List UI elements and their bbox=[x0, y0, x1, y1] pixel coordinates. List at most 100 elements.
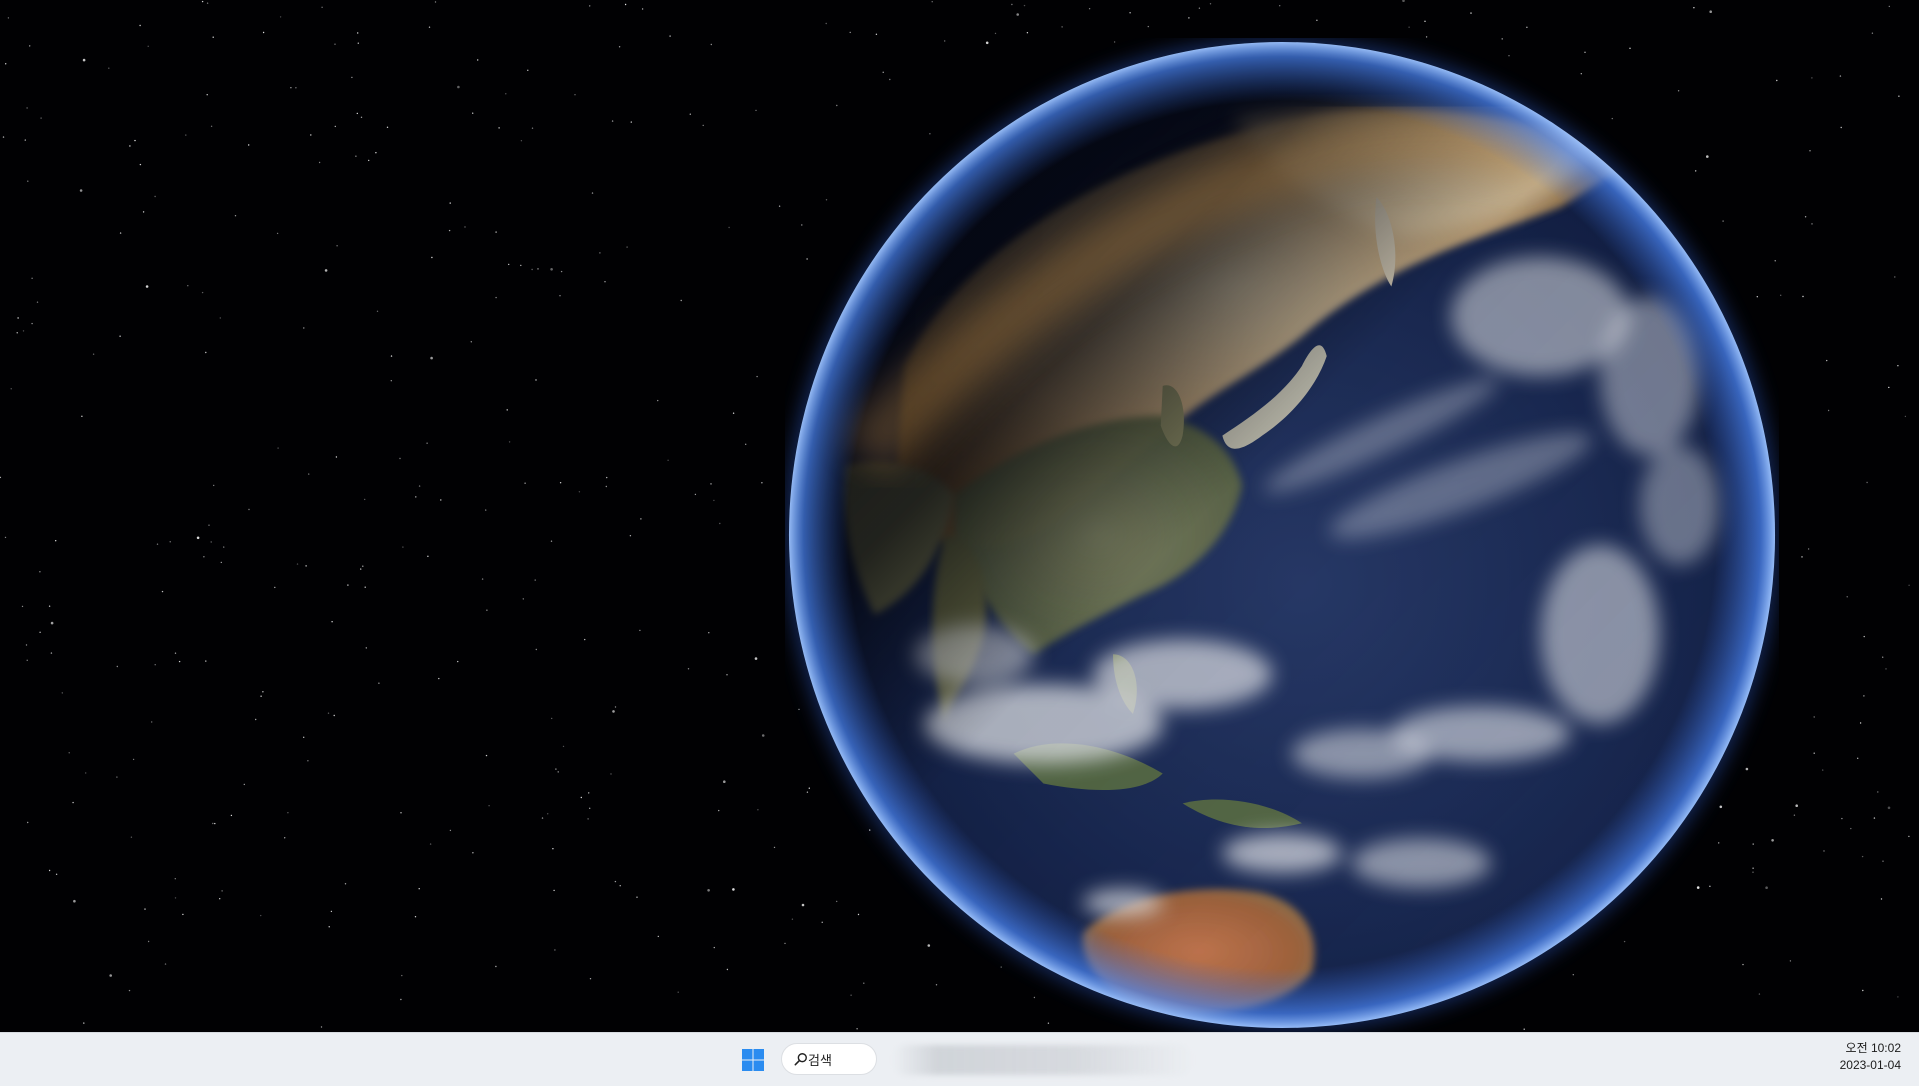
star bbox=[614, 706, 617, 708]
star bbox=[22, 330, 25, 332]
star bbox=[116, 665, 119, 668]
star bbox=[756, 375, 758, 378]
star bbox=[221, 890, 223, 892]
star bbox=[40, 117, 42, 119]
star bbox=[677, 991, 679, 993]
star bbox=[386, 126, 389, 128]
star bbox=[1198, 7, 1201, 9]
star bbox=[92, 353, 95, 355]
star bbox=[1826, 359, 1828, 362]
star bbox=[308, 473, 310, 475]
star bbox=[588, 792, 590, 794]
star bbox=[591, 192, 594, 194]
star bbox=[547, 813, 549, 815]
star bbox=[589, 807, 591, 809]
star bbox=[1897, 365, 1899, 367]
star bbox=[428, 26, 431, 28]
star bbox=[778, 205, 781, 207]
star bbox=[560, 270, 563, 273]
star bbox=[7, 17, 10, 19]
star bbox=[587, 818, 589, 820]
star bbox=[262, 691, 264, 693]
earth-globe bbox=[785, 38, 1779, 1032]
star bbox=[1894, 276, 1896, 278]
star bbox=[875, 33, 878, 35]
taskbar-search-box[interactable]: 검색 bbox=[781, 1043, 877, 1075]
star bbox=[169, 541, 171, 543]
star bbox=[357, 32, 359, 34]
star bbox=[551, 717, 553, 720]
star bbox=[29, 45, 31, 47]
star bbox=[618, 46, 621, 48]
star bbox=[296, 563, 299, 565]
star bbox=[464, 226, 466, 228]
star bbox=[1795, 804, 1798, 807]
star bbox=[1887, 806, 1891, 810]
star bbox=[147, 45, 149, 47]
star bbox=[72, 801, 74, 804]
star bbox=[1470, 12, 1472, 14]
star bbox=[355, 155, 357, 157]
star bbox=[1871, 32, 1874, 34]
star bbox=[434, 1, 437, 3]
star bbox=[1802, 295, 1804, 298]
star bbox=[1822, 769, 1824, 771]
star bbox=[161, 590, 164, 593]
star bbox=[418, 888, 420, 890]
star bbox=[680, 299, 682, 302]
star bbox=[274, 586, 276, 589]
star bbox=[486, 609, 488, 611]
star bbox=[994, 32, 997, 35]
star bbox=[1898, 95, 1900, 97]
star bbox=[368, 159, 370, 162]
star bbox=[1863, 635, 1865, 638]
system-clock[interactable]: 오전 10:02 2023-01-04 bbox=[1840, 1040, 1901, 1074]
star bbox=[154, 195, 156, 198]
star bbox=[599, 252, 601, 254]
star bbox=[657, 399, 659, 402]
star bbox=[48, 605, 51, 607]
star bbox=[347, 584, 349, 586]
star bbox=[554, 949, 556, 951]
star bbox=[1882, 656, 1884, 658]
star bbox=[334, 43, 336, 45]
star bbox=[448, 229, 451, 232]
star bbox=[277, 447, 279, 449]
star bbox=[61, 692, 63, 694]
star bbox=[485, 754, 488, 757]
star bbox=[55, 540, 57, 542]
star bbox=[1885, 668, 1887, 670]
star bbox=[710, 483, 712, 485]
star bbox=[449, 202, 451, 204]
star bbox=[438, 677, 440, 680]
star bbox=[1811, 223, 1813, 225]
star bbox=[636, 896, 638, 898]
star bbox=[284, 837, 286, 839]
star bbox=[210, 541, 212, 543]
start-button[interactable] bbox=[737, 1044, 769, 1076]
star bbox=[85, 772, 87, 774]
star bbox=[531, 268, 533, 271]
star bbox=[1807, 548, 1810, 550]
star bbox=[164, 963, 167, 965]
star bbox=[364, 498, 366, 501]
star bbox=[31, 277, 33, 279]
star bbox=[440, 499, 442, 501]
star bbox=[214, 822, 216, 825]
star bbox=[318, 161, 321, 164]
star bbox=[243, 783, 245, 786]
star bbox=[626, 246, 628, 248]
star bbox=[689, 113, 691, 115]
star bbox=[305, 565, 307, 567]
windows-logo-icon bbox=[742, 1049, 764, 1071]
star bbox=[707, 889, 710, 892]
star bbox=[534, 579, 536, 581]
star bbox=[537, 268, 539, 270]
star bbox=[303, 736, 305, 738]
star bbox=[324, 269, 328, 272]
star bbox=[335, 456, 338, 458]
star bbox=[605, 485, 607, 488]
star bbox=[559, 295, 561, 297]
star bbox=[212, 822, 214, 825]
star bbox=[26, 659, 28, 661]
